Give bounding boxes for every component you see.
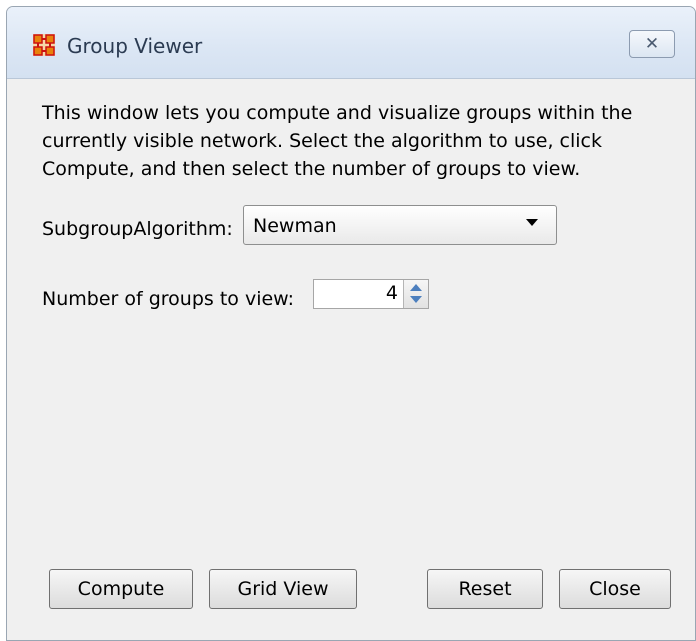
grid-view-button[interactable]: Grid View	[209, 569, 357, 609]
window-title: Group Viewer	[67, 34, 203, 58]
number-of-groups-label: Number of groups to view:	[42, 288, 295, 310]
compute-button[interactable]: Compute	[49, 569, 193, 609]
network-graph-icon	[33, 34, 55, 56]
subgroup-algorithm-label: SubgroupAlgorithm:	[42, 218, 233, 240]
arrow-up-icon[interactable]	[410, 284, 422, 291]
title-bar: Group Viewer ✕	[7, 7, 695, 79]
close-button[interactable]: Close	[559, 569, 671, 609]
chevron-down-icon	[526, 219, 538, 226]
dialog-content: This window lets you compute and visuali…	[7, 79, 695, 640]
group-viewer-window: Group Viewer ✕ This window lets you comp…	[6, 6, 696, 641]
description-text: This window lets you compute and visuali…	[42, 102, 633, 180]
subgroup-algorithm-dropdown[interactable]: Newman	[243, 205, 557, 245]
arrow-down-icon[interactable]	[410, 296, 422, 303]
subgroup-algorithm-value: Newman	[253, 215, 337, 237]
number-of-groups-stepper[interactable]: 4	[313, 279, 429, 309]
close-icon: ✕	[644, 34, 660, 54]
reset-button[interactable]: Reset	[427, 569, 543, 609]
stepper-arrows	[403, 280, 428, 308]
window-close-button[interactable]: ✕	[629, 30, 675, 58]
number-of-groups-value[interactable]: 4	[386, 282, 398, 304]
